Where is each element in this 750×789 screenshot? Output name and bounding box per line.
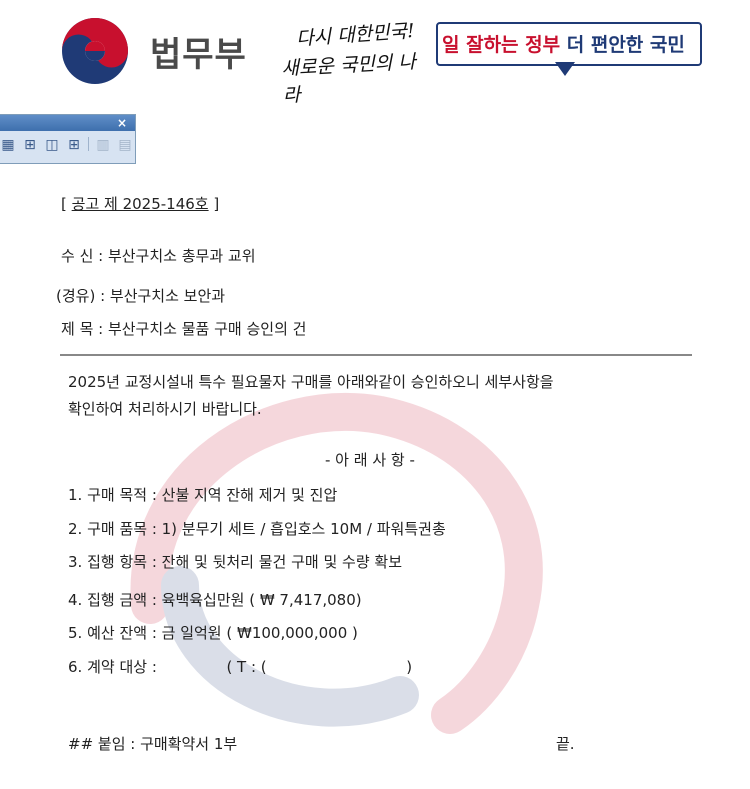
section-heading: - 아 래 사 항 - [325, 451, 415, 469]
ministry-name: 법무부 [150, 35, 247, 75]
phone-close: ) [406, 658, 413, 676]
body-line-2: 확인하여 처리하시기 바랍니다. [68, 400, 262, 418]
table-insert-row-icon[interactable]: ⊞ [22, 137, 38, 153]
toolbar-icon-row: ▦ ⊞ ◫ ⊞ ▥ ▤ [0, 131, 135, 153]
contract-party-label: 6. 계약 대상 : [68, 658, 157, 676]
notice-bracket-open: [ [61, 195, 67, 213]
government-emblem-icon [62, 18, 128, 84]
phone-open: ( T : ( [226, 658, 267, 676]
toolbar-separator [88, 137, 89, 151]
slogan-red-text: 일 잘하는 정부 [442, 34, 561, 56]
list-item: 4. 집행 금액 : 육백육십만원 ( ₩ 7,417,080) [68, 591, 362, 609]
recipient-line: 수 신 : 부산구치소 총무과 교위 [61, 247, 256, 265]
slogan-blue-text: 더 편안한 국민 [566, 34, 685, 56]
table-cell-icon[interactable]: ▤ [117, 137, 133, 153]
notice-number: [ 공고 제 2025-146호 ] [61, 193, 219, 214]
handwritten-slogan: 다시 대한민국! 새로운 국민의 나라 [281, 20, 432, 107]
toolbar-close-button[interactable]: × [117, 115, 127, 131]
list-item: 5. 예산 잔액 : 금 일억원 ( ₩100,000,000 ) [68, 624, 358, 642]
table-merge-icon[interactable]: ⊞ [66, 137, 82, 153]
table-grid-icon[interactable]: ▦ [0, 137, 16, 153]
table-split-icon[interactable]: ◫ [44, 137, 60, 153]
end-mark: 끝. [556, 735, 575, 753]
table-column-icon[interactable]: ▥ [95, 137, 111, 153]
letterhead: 법무부 다시 대한민국! 새로운 국민의 나라 일 잘하는 정부 더 편안한 국… [0, 0, 750, 107]
via-line: (경유) : 부산구치소 보안과 [56, 287, 226, 305]
speech-box-tail [555, 62, 575, 76]
subject-line: 제 목 : 부산구치소 물품 구매 승인의 건 [61, 320, 307, 338]
toolbar-titlebar[interactable]: × [0, 115, 135, 131]
table-toolbar[interactable]: × ▦ ⊞ ◫ ⊞ ▥ ▤ [0, 114, 136, 164]
slogan-speech-box: 일 잘하는 정부 더 편안한 국민 [436, 22, 702, 66]
list-item: 3. 집행 항목 : 잔해 및 뒷처리 물건 구매 및 수량 확보 [68, 553, 403, 571]
contract-party-line: 6. 계약 대상 : ( T : ( ) [68, 656, 412, 677]
body-line-1: 2025년 교정시설내 특수 필요물자 구매를 아래와같이 승인하오니 세부사항… [68, 373, 554, 391]
notice-bracket-close: ] [213, 195, 220, 213]
notice-number-text: 공고 제 2025-146호 [71, 195, 209, 213]
slogan-line-1: 다시 대한민국! [295, 19, 416, 51]
header-divider [60, 354, 692, 356]
slogan-line-2: 새로운 국민의 나라 [280, 50, 417, 107]
list-item: 1. 구매 목적 : 산불 지역 잔해 제거 및 진압 [68, 486, 338, 504]
list-item: 2. 구매 품목 : 1) 분무기 세트 / 흡입호스 10M / 파워특권총 [68, 520, 446, 538]
attachment-line: ## 붙임 : 구매확약서 1부 [68, 735, 238, 753]
